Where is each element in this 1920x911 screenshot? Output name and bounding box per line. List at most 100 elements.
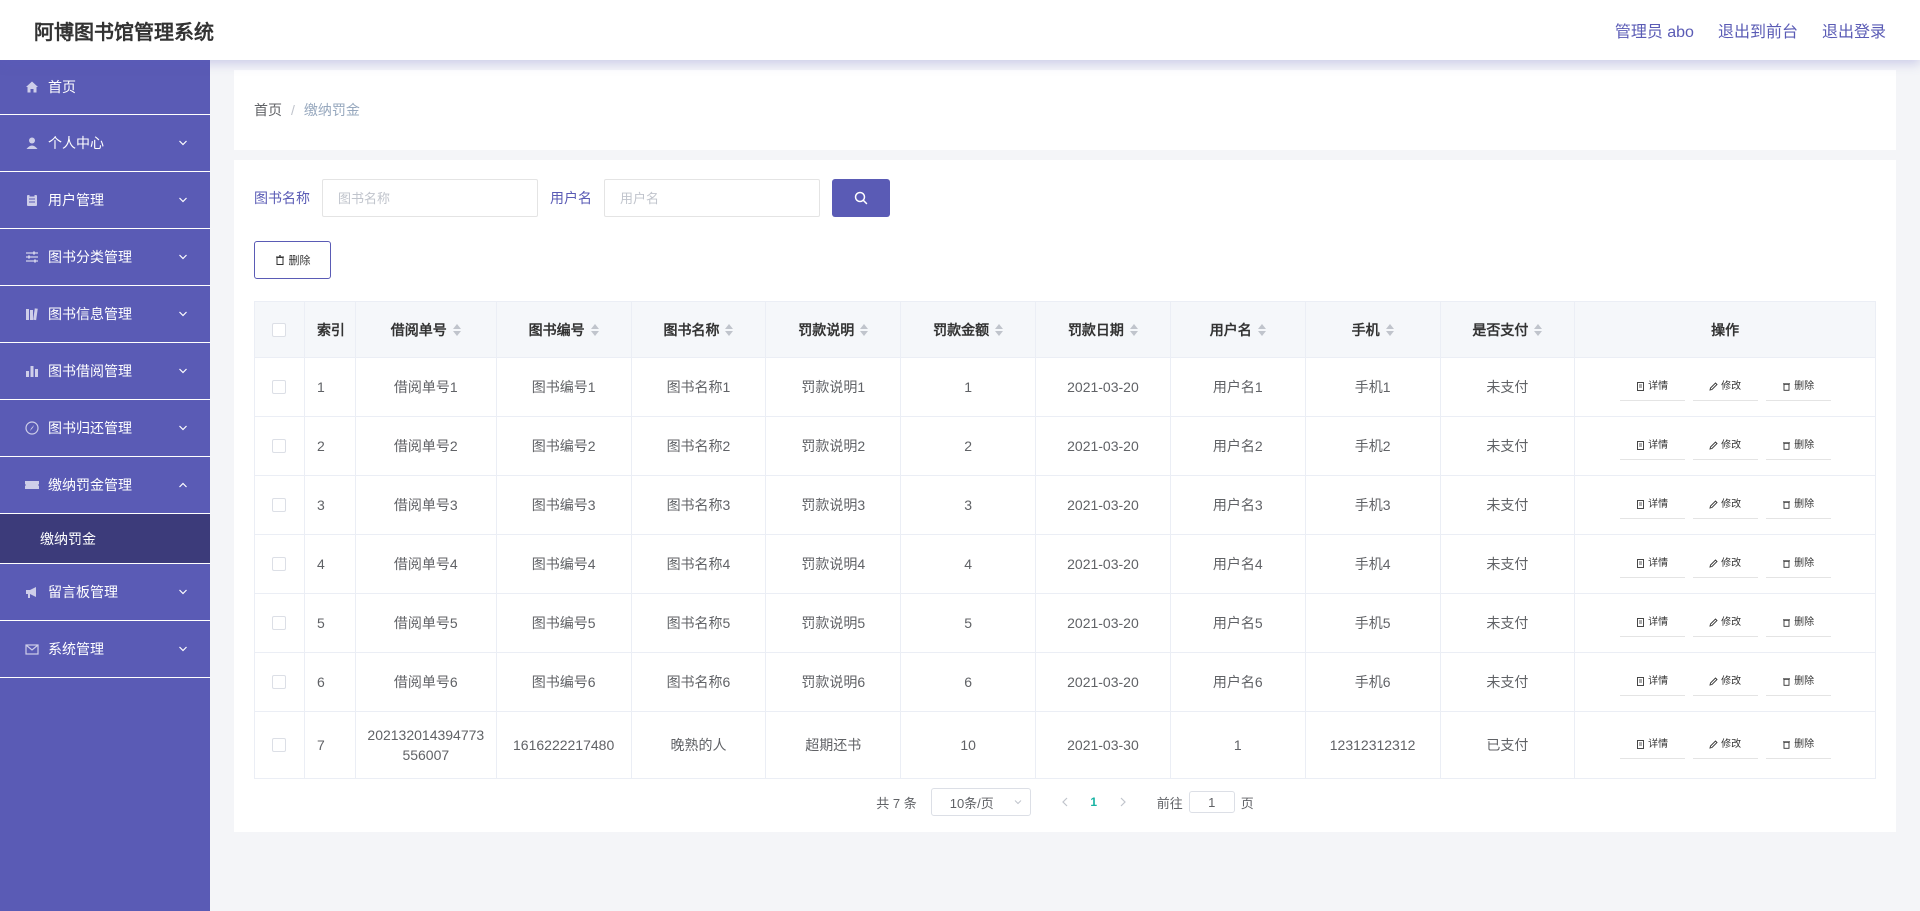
cell-fine-desc: 罚款说明1 [766,358,902,416]
row-select-cell [255,476,305,534]
edit-button[interactable]: 修改 [1692,668,1758,696]
sidebar-item-label: 缴纳罚金管理 [48,477,132,493]
detail-button[interactable]: 详情 [1619,668,1685,696]
compass-icon [24,420,40,436]
delete-label: 删除 [1794,557,1815,569]
edit-button[interactable]: 修改 [1692,432,1758,460]
column-header-4[interactable]: 罚款说明 [766,302,902,357]
sidebar-item-2[interactable]: 用户管理 [0,172,210,229]
breadcrumb-home[interactable]: 首页 [254,100,282,120]
batch-delete-button[interactable]: 删除 [254,241,331,279]
detail-button[interactable]: 详情 [1619,731,1685,759]
sidebar-item-0[interactable]: 首页 [0,60,210,115]
delete-button[interactable]: 删除 [1765,432,1831,460]
select-all-cell [255,302,305,357]
detail-button[interactable]: 详情 [1619,491,1685,519]
pagination-total: 共 7 条 [876,795,917,811]
delete-button[interactable]: 删除 [1765,609,1831,637]
sort-icon[interactable] [860,323,869,336]
sidebar-item-1[interactable]: 个人中心 [0,115,210,172]
page-number-1[interactable]: 1 [1079,788,1109,816]
select-all-checkbox[interactable] [272,322,287,337]
cell-text: 手机2 [1354,438,1391,454]
row-checkbox[interactable] [272,498,287,512]
sort-icon[interactable] [1129,323,1138,336]
sidebar-item-6[interactable]: 图书归还管理 [0,400,210,457]
sidebar-item-label: 首页 [48,79,76,95]
detail-button[interactable]: 详情 [1619,550,1685,578]
sort-icon[interactable] [1534,323,1543,336]
edit-button[interactable]: 修改 [1692,731,1758,759]
sort-icon[interactable] [1257,323,1266,336]
cell-text: 已支付 [1486,737,1529,753]
search-button[interactable] [832,179,890,217]
detail-label: 详情 [1648,616,1669,628]
delete-button[interactable]: 删除 [1765,668,1831,696]
row-checkbox[interactable] [272,557,287,571]
edit-button[interactable]: 修改 [1692,550,1758,578]
document-icon [1637,382,1645,391]
column-header-9[interactable]: 是否支付 [1441,302,1576,357]
sidebar-item-4[interactable]: 图书信息管理 [0,286,210,343]
prev-page-button[interactable] [1051,788,1079,816]
sidebar-item-9[interactable]: 系统管理 [0,621,210,678]
sort-icon[interactable] [995,323,1004,336]
column-header-5[interactable]: 罚款金额 [901,302,1037,357]
sort-icon[interactable] [452,323,461,336]
pagination: 共 7 条 10条/页 1 前往 页 [234,788,1896,816]
sidebar-subitem-pay-fine[interactable]: 缴纳罚金 [0,514,210,564]
edit-label: 修改 [1721,380,1742,392]
delete-button[interactable]: 删除 [1765,550,1831,578]
breadcrumb: 首页 / 缴纳罚金 [234,70,1896,150]
to-front-link[interactable]: 退出到前台 [1718,18,1798,42]
pencil-icon [1709,441,1718,450]
admin-label[interactable]: 管理员 abo [1615,18,1694,42]
row-checkbox[interactable] [272,439,287,453]
sidebar-item-5[interactable]: 图书借阅管理 [0,343,210,400]
detail-button[interactable]: 详情 [1619,609,1685,637]
row-checkbox[interactable] [272,675,287,689]
delete-button[interactable]: 删除 [1765,373,1831,401]
column-header-8[interactable]: 手机 [1306,302,1441,357]
cell-book-name: 图书名称1 [632,358,767,416]
sort-icon[interactable] [1385,323,1394,336]
username-input[interactable] [604,179,820,217]
edit-button[interactable]: 修改 [1692,373,1758,401]
logout-link[interactable]: 退出登录 [1822,18,1886,42]
cell-phone: 手机1 [1306,358,1441,416]
next-page-button[interactable] [1109,788,1137,816]
chevron-down-icon [179,140,187,146]
sidebar-item-7[interactable]: 缴纳罚金管理 [0,457,210,514]
delete-button[interactable]: 删除 [1765,731,1831,759]
goto-page-input[interactable] [1188,791,1235,813]
column-header-6[interactable]: 罚款日期 [1036,302,1171,357]
cell-date: 2021-03-20 [1036,594,1171,652]
cell-text: 手机1 [1354,379,1391,395]
detail-button[interactable]: 详情 [1619,373,1685,401]
row-checkbox[interactable] [272,738,287,752]
edit-button[interactable]: 修改 [1692,609,1758,637]
sort-icon[interactable] [725,323,734,336]
cell-text: 未支付 [1486,497,1529,513]
column-header-2[interactable]: 图书编号 [497,302,632,357]
cell-phone: 手机5 [1306,594,1441,652]
column-header-1[interactable]: 借阅单号 [356,302,497,357]
row-checkbox[interactable] [272,616,287,630]
column-header-label: 图书编号 [528,321,585,338]
column-header-3[interactable]: 图书名称 [632,302,767,357]
delete-button[interactable]: 删除 [1765,491,1831,519]
column-header-7[interactable]: 用户名 [1171,302,1306,357]
row-checkbox[interactable] [272,380,287,394]
detail-button[interactable]: 详情 [1619,432,1685,460]
page-size-select[interactable]: 10条/页 [930,788,1031,816]
cell-text: 图书名称6 [666,674,731,690]
sidebar-item-label: 图书借阅管理 [48,363,132,379]
sort-icon[interactable] [590,323,599,336]
breadcrumb-current: 缴纳罚金 [303,102,360,118]
book-name-input[interactable] [322,179,538,217]
sidebar-item-8[interactable]: 留言板管理 [0,564,210,621]
detail-label: 详情 [1648,675,1669,687]
sidebar-item-3[interactable]: 图书分类管理 [0,229,210,286]
cell-text: 手机3 [1354,497,1391,513]
edit-button[interactable]: 修改 [1692,491,1758,519]
